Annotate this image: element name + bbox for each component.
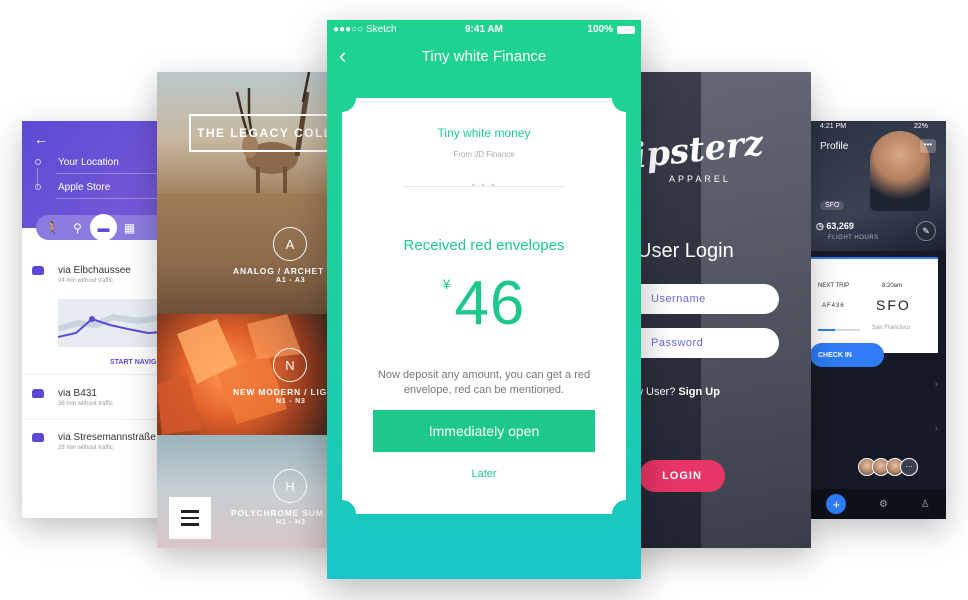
route-name: via Stresemannstraße: [58, 432, 156, 443]
origin-dot-icon: [35, 159, 41, 165]
bike-mode-icon[interactable]: ⚲: [65, 215, 90, 240]
route-map-thumbnail[interactable]: [58, 299, 172, 347]
origin-field[interactable]: Your Location: [58, 157, 119, 168]
trip-time: 8:20am: [882, 283, 903, 289]
walk-mode-icon[interactable]: 🚶: [40, 215, 65, 240]
later-link[interactable]: Later: [342, 468, 626, 480]
new-user-text: w User?: [635, 386, 676, 398]
destination-city: San Francisco: [872, 325, 911, 331]
received-heading: Received red envelopes: [403, 237, 565, 254]
product-name: Tiny white money: [437, 126, 531, 140]
edit-pencil-icon[interactable]: ✎: [916, 221, 936, 241]
collection-badge: A: [273, 227, 307, 261]
status-battery: 22%: [913, 123, 928, 130]
route-duration: 26 min without traffic: [58, 401, 113, 407]
battery-icon: [617, 26, 635, 34]
map-header: ← Your Location Apple Store 🚶 ⚲ ▬ ▦: [22, 121, 172, 241]
chevron-right-icon[interactable]: ›: [935, 423, 938, 434]
check-in-button[interactable]: CHECK IN: [810, 343, 884, 367]
more-options-icon[interactable]: •••: [920, 139, 936, 153]
transport-mode-selector: 🚶 ⚲ ▬ ▦: [36, 214, 172, 241]
collection-title: THE LEGACY COLL: [197, 126, 332, 140]
separator-dots: • • •: [471, 180, 497, 190]
envelope-ticket-card: Tiny white money From JD Finance • • • R…: [342, 98, 626, 514]
start-navigation-link[interactable]: START NAVIG: [110, 359, 156, 366]
collection-range: N1 - N3: [276, 398, 306, 405]
status-bar: ●●●○○ Sketch 9:41 AM 100%: [327, 24, 641, 38]
pilot-profile-screen: 4:21 PM 22% Profile ••• SFO ◷ 63,269 FLI…: [810, 121, 946, 519]
legacy-collection-screen: THE LEGACY COLL A ANALOG / ARCHET A1 - A…: [157, 72, 332, 548]
finance-red-envelope-screen: ●●●○○ Sketch 9:41 AM 100% ‹ Tiny white F…: [327, 20, 641, 579]
product-source: From JD Finance: [453, 150, 515, 159]
password-field[interactable]: Password: [625, 328, 779, 358]
back-arrow-icon[interactable]: ←: [34, 131, 48, 147]
map-directions-screen: ← Your Location Apple Store 🚶 ⚲ ▬ ▦ via …: [22, 121, 172, 518]
app-showcase: ← Your Location Apple Store 🚶 ⚲ ▬ ▦ via …: [0, 0, 968, 600]
user-icon[interactable]: ♙: [921, 499, 930, 510]
hamburger-menu-icon[interactable]: [169, 497, 211, 539]
more-avatars-icon: ⋯: [900, 458, 918, 476]
profile-title: Profile: [820, 141, 849, 152]
destination-underline: [56, 198, 172, 199]
route-duration: 28 min without traffic: [58, 445, 113, 451]
flight-hours-value: ◷ 63,269: [816, 221, 854, 231]
login-title: User Login: [637, 240, 734, 262]
hipsterz-login-screen: ipsterz APPAREL User Login Username Pass…: [625, 72, 811, 548]
collection-range: H1 - H3: [276, 519, 306, 526]
car-icon: [32, 433, 44, 442]
collection-range: A1 - A3: [276, 277, 306, 284]
crew-avatars[interactable]: ⋯: [858, 458, 918, 476]
destination-dot-icon: [35, 184, 41, 190]
battery-percent: 100%: [587, 24, 613, 35]
divider: [22, 374, 172, 375]
transit-mode-icon[interactable]: ▦: [117, 215, 142, 240]
login-button[interactable]: LOGIN: [639, 460, 725, 492]
collection-name[interactable]: ANALOG / ARCHET: [233, 266, 324, 276]
username-field[interactable]: Username: [625, 284, 779, 314]
flight-hours-number: 63,269: [826, 221, 854, 231]
collection-badge: H: [273, 469, 307, 503]
collection-name[interactable]: POLYCHROME SUM: [231, 508, 324, 518]
collection-badge: N: [273, 348, 307, 382]
trip-progress-bar: [818, 329, 860, 331]
add-icon[interactable]: +: [826, 494, 847, 514]
envelope-description: Now deposit any amount, you can get a re…: [377, 369, 591, 396]
next-trip-card[interactable]: NEXT TRIP 8:20am AF436 SFO San Francisco: [810, 257, 938, 353]
collection-name[interactable]: NEW MODERN / LIG: [233, 387, 327, 397]
tab-bar: + ⚙ ♙: [810, 489, 946, 519]
route-duration: 24 min without traffic: [58, 278, 113, 284]
status-time: 4:21 PM: [820, 123, 847, 130]
brand-tagline: APPAREL: [669, 174, 731, 184]
settings-icon[interactable]: ⚙: [879, 499, 888, 510]
envelope-amount: ¥46: [342, 268, 626, 339]
car-icon: [32, 389, 44, 398]
next-trip-label: NEXT TRIP: [818, 283, 850, 289]
immediately-open-button[interactable]: Immediately open: [373, 410, 595, 452]
origin-underline: [56, 173, 172, 174]
amount-value: 46: [454, 269, 526, 338]
route-name: via Elbchaussee: [58, 265, 131, 276]
divider: [22, 419, 172, 420]
profile-header: 4:21 PM 22% Profile ••• SFO ◷ 63,269 FLI…: [810, 121, 946, 251]
collection-image[interactable]: [157, 193, 332, 314]
destination-code: SFO: [876, 297, 911, 313]
chevron-right-icon[interactable]: ›: [935, 379, 938, 390]
flight-number: AF436: [822, 303, 845, 309]
car-mode-icon[interactable]: ▬: [90, 214, 117, 241]
sign-up-link[interactable]: Sign Up: [678, 386, 720, 398]
route-name: via B431: [58, 388, 97, 399]
flight-hours-label: FLIGHT HOURS: [828, 235, 879, 241]
collection-image[interactable]: [157, 314, 332, 435]
nav-title: Tiny white Finance: [421, 48, 547, 65]
airport-tag: SFO: [820, 201, 845, 210]
currency-symbol: ¥: [442, 276, 451, 292]
signup-prompt: w User? Sign Up: [635, 386, 720, 398]
destination-field[interactable]: Apple Store: [58, 182, 110, 193]
car-icon: [32, 266, 44, 275]
